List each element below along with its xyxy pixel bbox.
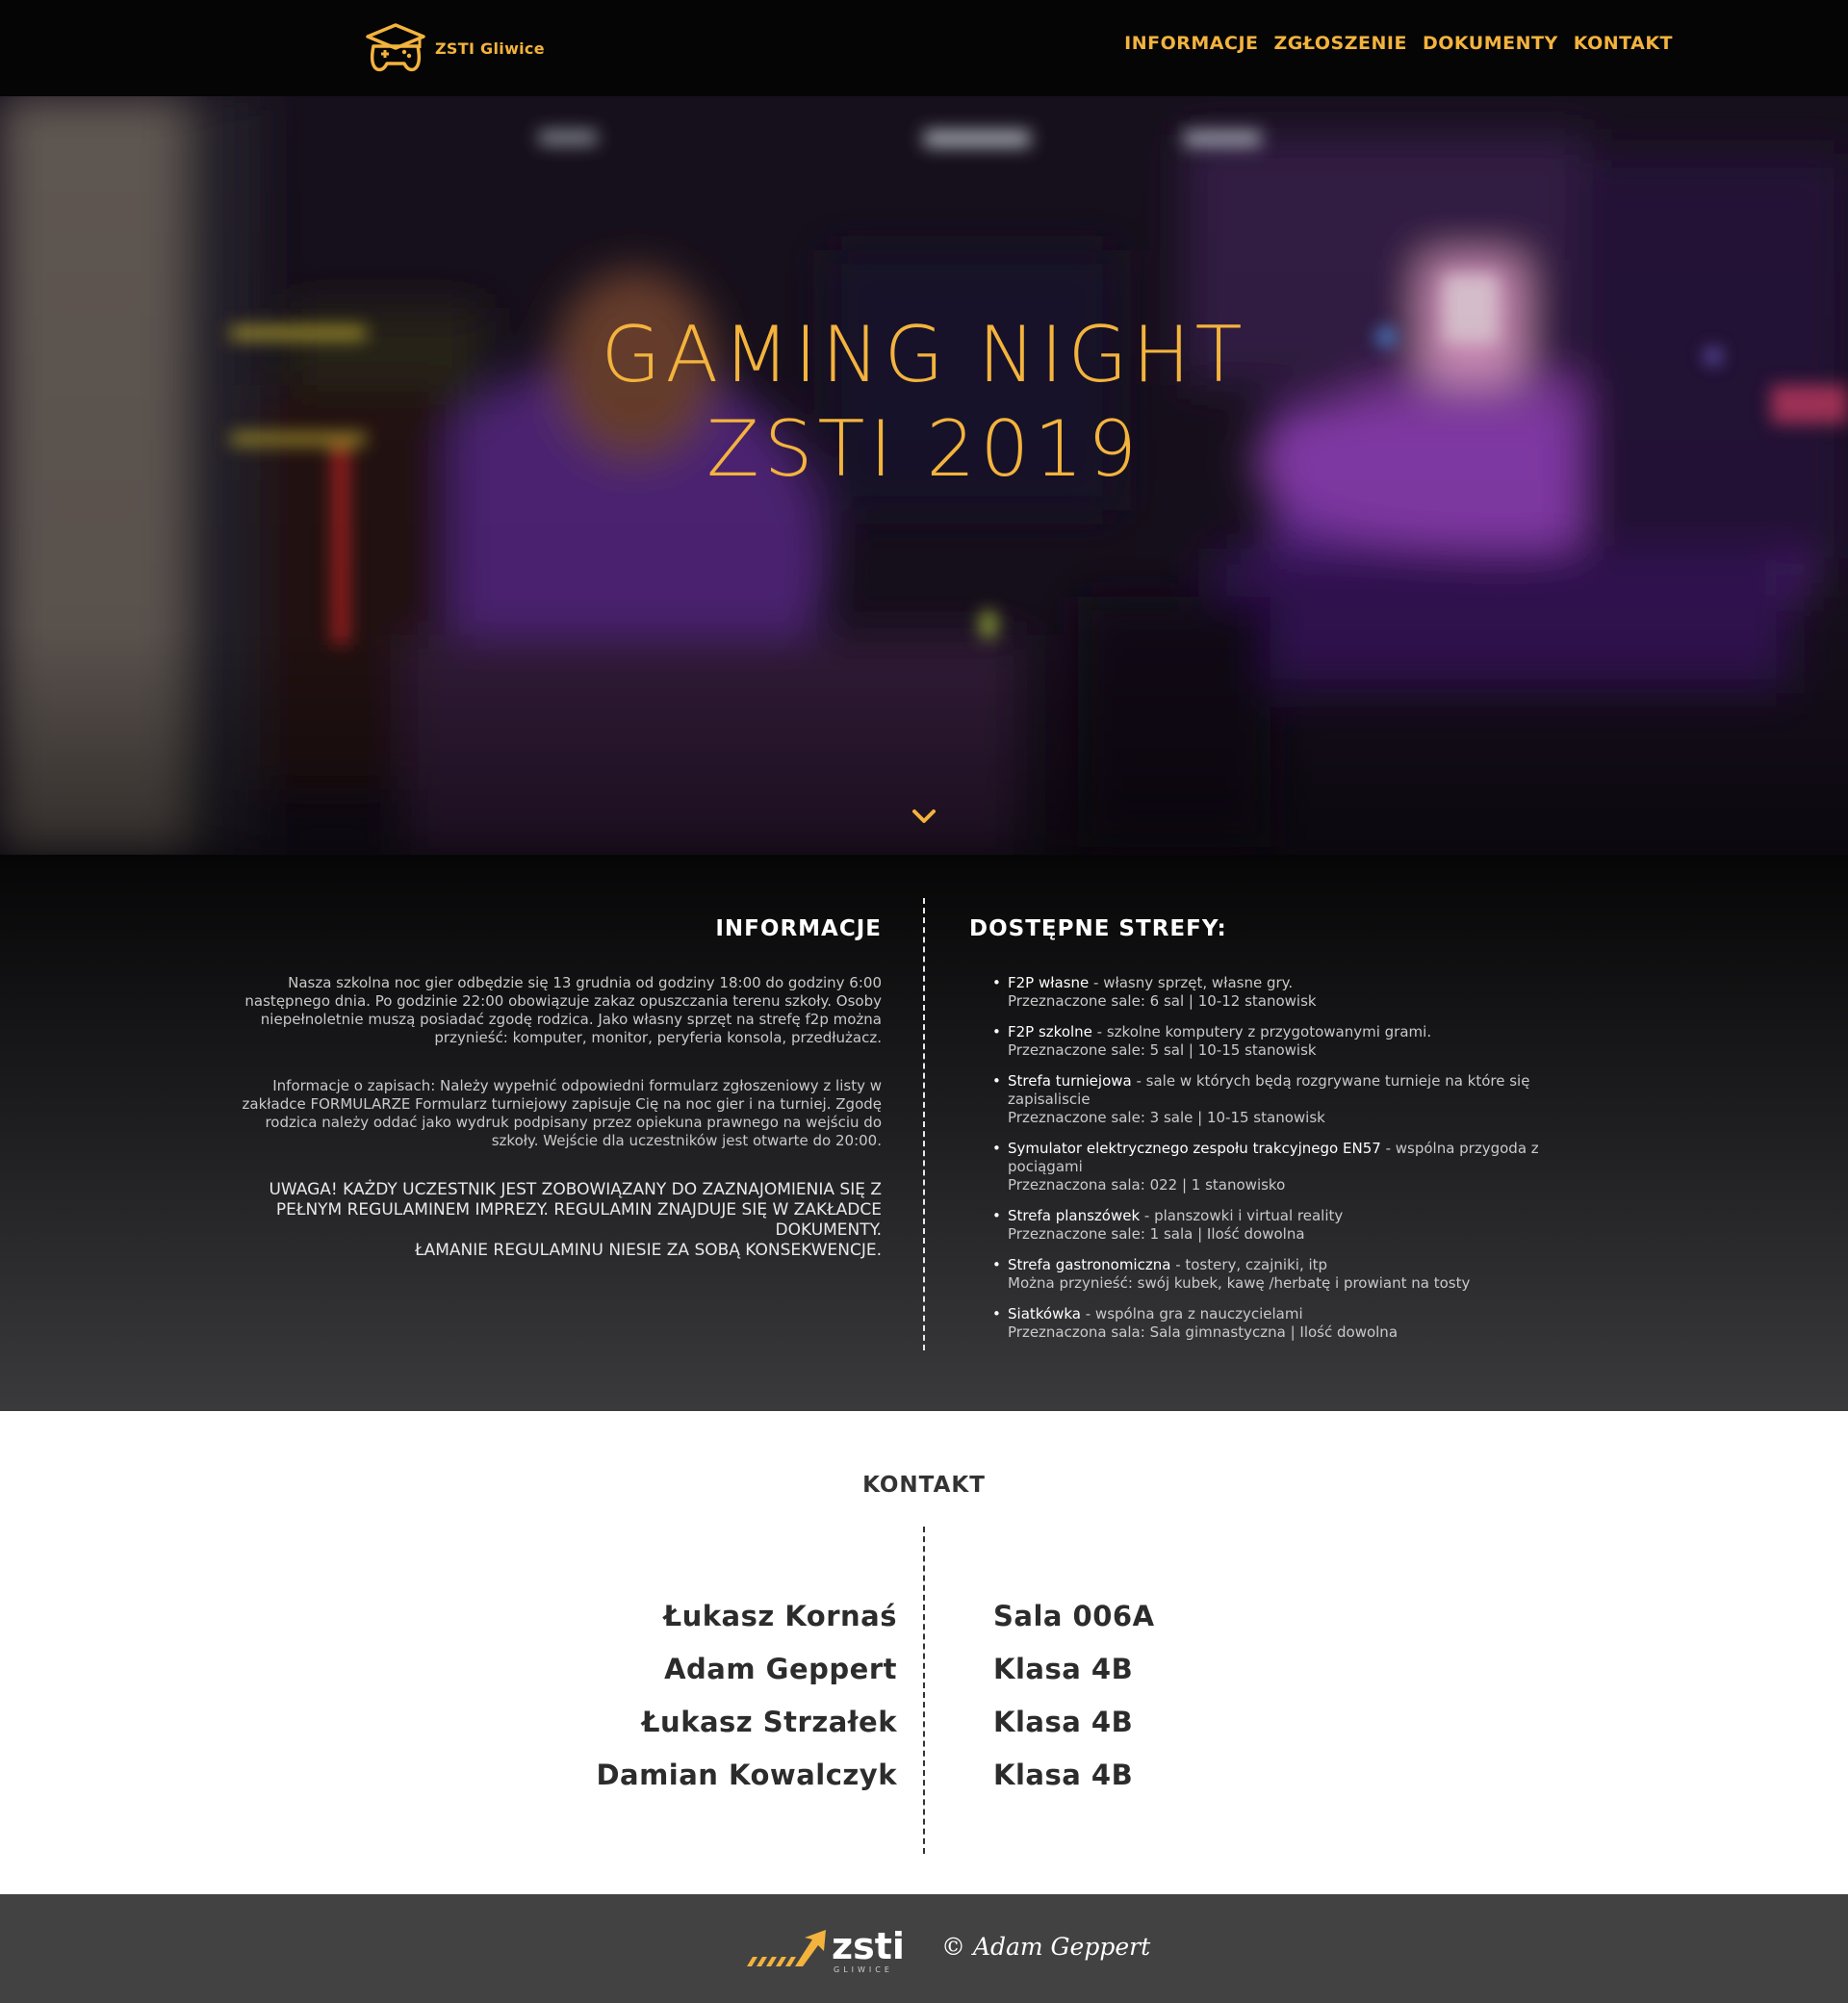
zone-details: Przeznaczone sale: 5 sal | 10-15 stanowi… (1008, 1041, 1317, 1059)
contact-name: Łukasz Kornaś (663, 1600, 897, 1632)
zone-description: - wspólna gra z nauczycielami (1080, 1305, 1303, 1322)
zone-details: Przeznaczone sale: 3 sale | 10-15 stanow… (1008, 1109, 1325, 1126)
nav-link-dokumenty[interactable]: DOKUMENTY (1423, 33, 1558, 54)
zone-name: F2P własne (1008, 974, 1090, 991)
top-navbar: ZSTI Gliwice INFORMACJE ZGŁOSZENIE DOKUM… (0, 0, 1848, 96)
zone-details: Przeznaczone sale: 1 sala | Ilość dowoln… (1008, 1225, 1305, 1243)
contact-name: Damian Kowalczyk (596, 1759, 897, 1791)
zone-details: Przeznaczona sala: Sala gimnastyczna | I… (1008, 1323, 1399, 1341)
list-item: Strefa planszówek - planszowki i virtual… (969, 1207, 1604, 1244)
zone-name: Strefa turniejowa (1008, 1072, 1132, 1090)
contact-room: Sala 006A (993, 1600, 1155, 1632)
footer-copyright: © Adam Geppert (941, 1933, 1151, 1961)
logo-text: ZSTI Gliwice (435, 39, 545, 58)
contact-room: Klasa 4B (993, 1653, 1134, 1685)
site-logo[interactable]: ZSTI Gliwice (364, 23, 545, 73)
info-warning-consequences: ŁAMANIE REGULAMINU NIESIE ZA SOBĄ KONSEK… (415, 1241, 882, 1260)
zones-column: DOSTĘPNE STREFY: F2P własne - własny spr… (969, 916, 1604, 1354)
footer-logo-subtext: GLIWICE (834, 1965, 893, 1974)
list-item: F2P własne - własny sprzęt, własne gry. … (969, 974, 1604, 1011)
main-menu: INFORMACJE ZGŁOSZENIE DOKUMENTY KONTAKT (1124, 33, 1673, 54)
graduation-gamepad-logo-icon (366, 23, 425, 72)
vertical-divider (923, 1527, 925, 1854)
footer-logo-text: zsti (832, 1925, 904, 1967)
list-item: Strefa turniejowa - sale w których będą … (969, 1072, 1604, 1127)
zone-description: - tostery, czajniki, itp (1170, 1256, 1328, 1273)
zone-name: Symulator elektrycznego zespołu trakcyjn… (1008, 1140, 1381, 1157)
list-item: F2P szkolne - szkolne komputery z przygo… (969, 1023, 1604, 1060)
info-paragraph-signup: Informacje o zapisach: Należy wypełnić o… (242, 1077, 883, 1149)
zone-description: - własny sprzęt, własne gry. (1089, 974, 1294, 991)
hero-title-line1: GAMING NIGHT (601, 310, 1247, 399)
hero-section: GAMING NIGHT ZSTI 2019 (0, 96, 1848, 855)
nav-link-zgloszenie[interactable]: ZGŁOSZENIE (1274, 33, 1407, 54)
zone-details: Przeznaczona sala: 022 | 1 stanowisko (1008, 1176, 1286, 1194)
list-item: Symulator elektrycznego zespołu trakcyjn… (969, 1140, 1604, 1194)
zone-details: Przeznaczone sale: 6 sal | 10-12 stanowi… (1008, 992, 1317, 1010)
chevron-down-icon[interactable] (911, 807, 937, 826)
zone-details: Można przynieść: swój kubek, kawę /herba… (1008, 1274, 1471, 1292)
zone-name: F2P szkolne (1008, 1023, 1092, 1040)
info-heading: INFORMACJE (715, 916, 882, 941)
info-section: INFORMACJE Nasza szkolna noc gier odbędz… (0, 855, 1848, 1411)
contact-name: Adam Geppert (664, 1653, 897, 1685)
contact-rooms: Sala 006A Klasa 4B Klasa 4B Klasa 4B (993, 1590, 1378, 1802)
footer: zsti GLIWICE © Adam Geppert (0, 1894, 1848, 2003)
zones-heading: DOSTĘPNE STREFY: (969, 916, 1227, 941)
info-column: INFORMACJE Nasza szkolna noc gier odbędz… (231, 916, 883, 1261)
zones-list: F2P własne - własny sprzęt, własne gry. … (969, 974, 1604, 1342)
zone-description: - szkolne komputery z przygotowanymi gra… (1091, 1023, 1432, 1040)
zone-description: - planszowki i virtual reality (1140, 1207, 1344, 1224)
contact-name: Łukasz Strzałek (641, 1706, 897, 1738)
list-item: Siatkówka - wspólna gra z nauczycielami … (969, 1305, 1604, 1342)
zone-name: Siatkówka (1008, 1305, 1081, 1322)
info-warning-text: UWAGA! KAŻDY UCZESTNIK JEST ZOBOWIĄZANY … (269, 1180, 882, 1240)
zone-name: Strefa planszówek (1008, 1207, 1141, 1224)
vertical-divider (923, 898, 925, 1350)
zsti-arrow-logo-icon[interactable]: zsti GLIWICE (745, 1918, 904, 1978)
contact-room: Klasa 4B (993, 1706, 1134, 1738)
zone-name: Strefa gastronomiczna (1008, 1256, 1171, 1273)
info-paragraph-schedule: Nasza szkolna noc gier odbędzie się 13 g… (244, 974, 882, 1046)
nav-link-kontakt[interactable]: KONTAKT (1574, 33, 1673, 54)
info-warning: UWAGA! KAŻDY UCZESTNIK JEST ZOBOWIĄZANY … (231, 1180, 882, 1261)
hero-title-line2: ZSTI 2019 (706, 404, 1142, 494)
contact-room: Klasa 4B (993, 1759, 1134, 1791)
hero-title: GAMING NIGHT ZSTI 2019 (0, 308, 1848, 497)
contact-section: KONTAKT Łukasz Kornaś Adam Geppert Łukas… (0, 1411, 1848, 1894)
list-item: Strefa gastronomiczna - tostery, czajnik… (969, 1256, 1604, 1293)
nav-link-informacje[interactable]: INFORMACJE (1124, 33, 1258, 54)
contact-names: Łukasz Kornaś Adam Geppert Łukasz Strzał… (539, 1590, 897, 1802)
contact-heading: KONTAKT (862, 1473, 986, 1498)
